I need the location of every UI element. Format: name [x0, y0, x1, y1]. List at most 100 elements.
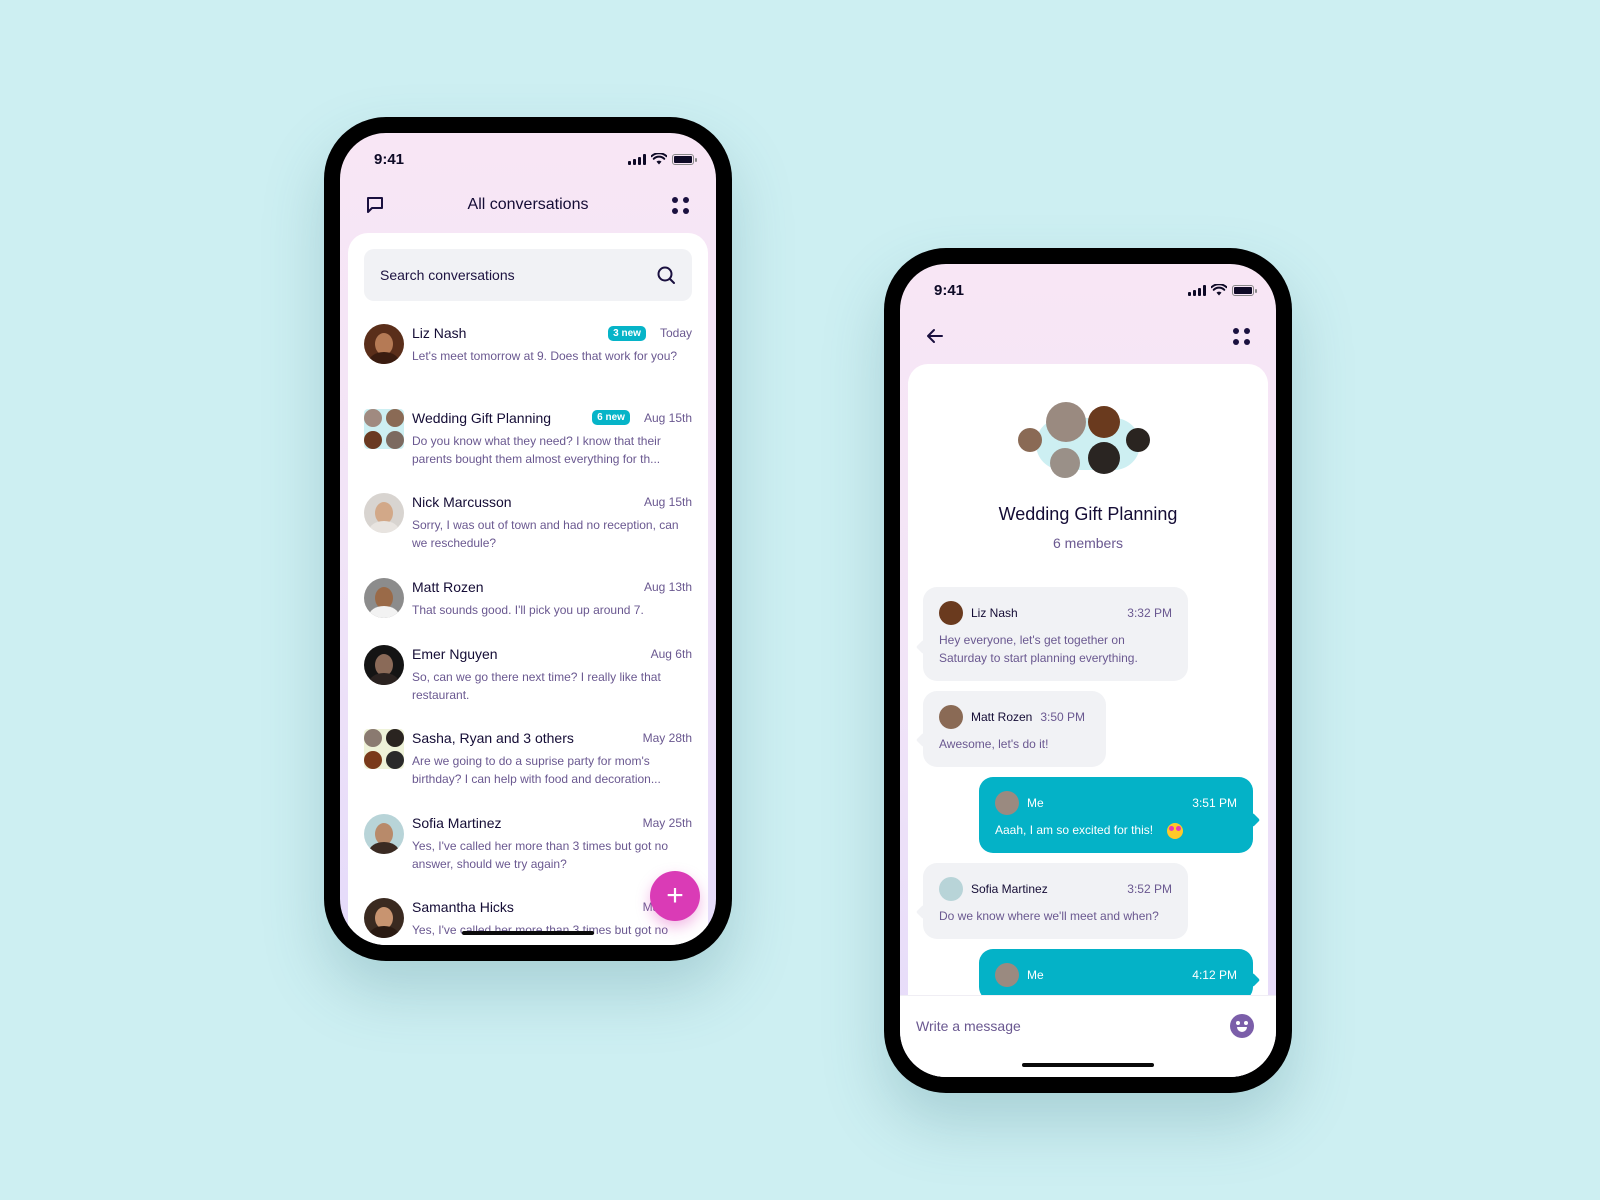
top-bar [900, 316, 1276, 356]
conversation-preview: Do you know what they need? I know that … [412, 433, 661, 466]
sender-name: Sofia Martinez [971, 882, 1048, 896]
sender-name: Me [1027, 796, 1044, 810]
message-time: 4:12 PM [1192, 968, 1237, 982]
conversation-name: Matt Rozen [412, 578, 484, 595]
battery-icon [672, 153, 697, 165]
message-input[interactable]: Write a message [916, 1018, 1021, 1034]
new-conversation-button[interactable]: + [650, 871, 700, 921]
heart-eyes-emoji-icon [1167, 822, 1184, 839]
avatar [364, 644, 404, 685]
group-title: Wedding Gift Planning [998, 504, 1178, 524]
status-bar: 9:41 [900, 264, 1276, 310]
system-icons [628, 153, 697, 165]
search-placeholder: Search conversations [380, 267, 515, 283]
avatar [995, 963, 1019, 987]
conversation-item[interactable]: Liz Nash 3 new Today Let's meet tomorrow a… [348, 313, 708, 398]
conversation-preview: Are we going to do a suprise party for m… [412, 754, 661, 786]
conversation-item[interactable]: Matt Rozen Aug 13th That sounds good. I'l… [348, 567, 708, 634]
chat-card: Wedding Gift Planning 6 members Liz Nash… [908, 364, 1268, 1077]
back-arrow-icon[interactable] [922, 323, 948, 349]
chat-bubble-icon[interactable] [362, 192, 388, 218]
message-text: Do we know where we'll meet and when? [939, 909, 1159, 923]
conversation-item[interactable]: Wedding Gift Planning 6 new Aug 15th Do yo… [348, 398, 708, 483]
status-bar: 9:41 [340, 133, 716, 179]
avatar [364, 813, 404, 854]
sender-name: Liz Nash [971, 606, 1018, 620]
conversation-preview: Let's meet tomorrow at 9. Does that work… [412, 349, 678, 363]
conversation-list-card: Search conversations Liz Nash 3 new Today … [348, 233, 708, 945]
avatar [939, 705, 963, 729]
conversation-name: Samantha Hicks [412, 899, 514, 915]
member-avatar [1046, 402, 1086, 442]
conversation-item[interactable]: Nick Marcusson Aug 15th Sorry, I was out … [348, 482, 708, 567]
message-bubble-own: Me 3:51 PM Aaah, I am so excited for this… [979, 777, 1253, 853]
group-avatar [364, 408, 404, 449]
conversation-date: Today [659, 326, 692, 340]
phone-group-chat: 9:41 Wedding Gift Planning 6 members Liz… [884, 248, 1292, 1093]
conversation-item[interactable]: Sasha, Ryan and 3 others May 28th Are we … [348, 718, 708, 803]
conversation-date: Aug 13th [643, 579, 692, 594]
search-input[interactable]: Search conversations [364, 249, 692, 301]
conversation-preview: That sounds good. I'll pick you up aroun… [412, 602, 644, 617]
conversation-item[interactable]: Emer Nguyen Aug 6th So, can we go there n… [348, 634, 708, 719]
member-avatar [1088, 406, 1120, 438]
avatar [364, 324, 404, 364]
plus-icon: + [666, 879, 684, 912]
sender-name: Matt Rozen [971, 710, 1033, 724]
member-count[interactable]: 6 members [908, 535, 1268, 551]
conversation-name: Sasha, Ryan and 3 others [412, 730, 574, 746]
message-time: 3:51 PM [1192, 796, 1237, 810]
signal-icon [628, 153, 646, 165]
search-icon[interactable] [656, 265, 676, 285]
conversation-date: Aug 6th [650, 646, 692, 661]
conversation-date: Aug 15th [643, 410, 692, 425]
dots-grid-icon[interactable] [668, 192, 694, 218]
sender-name: Me [1027, 968, 1044, 982]
conversation-preview: Sorry, I was out of town and had no rece… [412, 518, 679, 550]
new-badge: 6 new [592, 410, 630, 425]
status-time: 9:41 [934, 281, 965, 299]
conversation-preview: Yes, I've called her more than 3 times b… [412, 923, 668, 937]
avatar [939, 601, 963, 625]
message-text: Aaah, I am so excited for this! [995, 823, 1154, 837]
message-bubble: Matt Rozen 3:50 PM Awesome, let's do it! [923, 691, 1106, 767]
avatar [995, 791, 1019, 815]
wifi-icon [651, 153, 667, 165]
message-time: 3:52 PM [1127, 882, 1172, 896]
conversation-name: Sofia Martinez [412, 814, 502, 831]
top-bar: All conversations [340, 185, 716, 225]
system-icons [1188, 284, 1257, 296]
message-list: Liz Nash 3:32 PM Hey everyone, let's get … [908, 587, 1268, 1001]
home-indicator [1022, 1063, 1154, 1067]
conversation-list: Liz Nash 3 new Today Let's meet tomorrow a… [348, 313, 708, 945]
battery-icon [1232, 284, 1257, 296]
member-avatar [1050, 448, 1080, 478]
home-indicator [462, 931, 594, 935]
avatar [364, 577, 404, 618]
message-text: Awesome, let's do it! [939, 737, 1049, 751]
member-avatar [1126, 428, 1150, 452]
conversation-preview: Yes, I've called her more than 3 times b… [412, 838, 668, 871]
group-avatar-cluster [1018, 402, 1158, 488]
member-avatar [1088, 442, 1120, 474]
conversation-date: May 28th [642, 731, 692, 745]
conversation-preview: So, can we go there next time? I really … [412, 669, 661, 702]
page-title: All conversations [467, 196, 589, 213]
screen: 9:41 All conversations Search conversati… [340, 133, 716, 945]
status-time: 9:41 [374, 150, 405, 168]
conversation-date: Aug 15th [643, 495, 692, 509]
message-text: Hey everyone, let's get together on Satu… [939, 633, 1138, 665]
wifi-icon [1211, 284, 1227, 296]
message-time: 3:50 PM [1040, 710, 1086, 724]
dots-grid-icon[interactable] [1228, 323, 1254, 349]
message-bubble: Sofia Martinez 3:52 PM Do we know where w… [923, 863, 1188, 939]
conversation-item[interactable]: Sofia Martinez May 25th Yes, I've called … [348, 803, 708, 888]
message-bubble-own: Me 4:12 PM [979, 949, 1253, 1001]
message-bubble: Liz Nash 3:32 PM Hey everyone, let's get … [923, 587, 1188, 681]
conversation-name: Nick Marcusson [412, 494, 512, 510]
smiley-icon[interactable] [1230, 1014, 1254, 1038]
member-avatar [1018, 428, 1042, 452]
signal-icon [1188, 284, 1206, 296]
conversation-name: Wedding Gift Planning [412, 409, 552, 426]
conversation-name: Liz Nash [412, 325, 467, 341]
